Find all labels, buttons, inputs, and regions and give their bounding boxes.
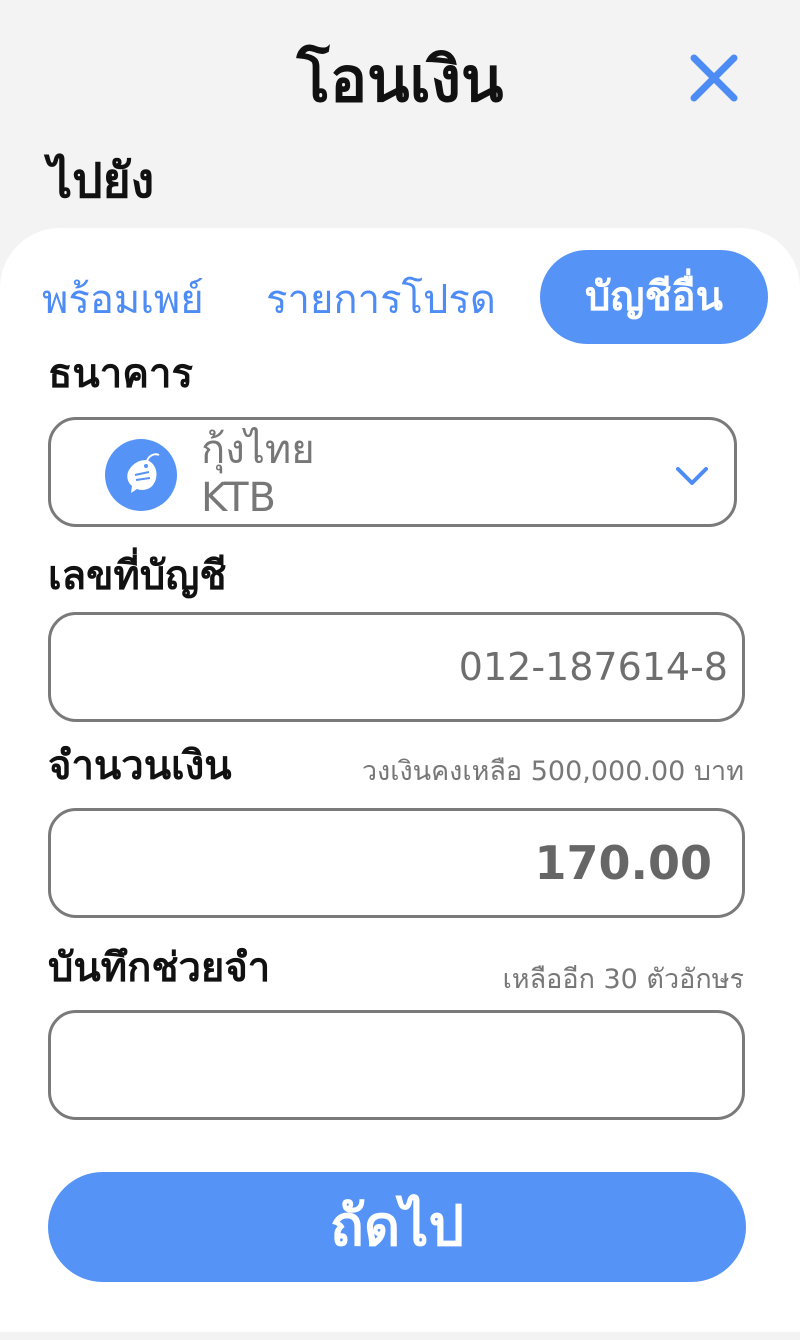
page-title: โอนเงิน — [296, 43, 504, 116]
close-button[interactable] — [682, 46, 746, 110]
memo-remaining-hint: เหลืออีก 30 ตัวอักษร — [502, 964, 744, 995]
next-button[interactable]: ถัดไป — [48, 1172, 746, 1282]
amount-label: จำนวนเงิน — [48, 743, 232, 789]
balance-hint: วงเงินคงเหลือ 500,000.00 บาท — [361, 756, 744, 787]
amount-input[interactable] — [71, 811, 712, 915]
bank-logo — [105, 439, 177, 511]
bank-code: KTB — [201, 475, 276, 521]
bank-select[interactable]: กุ้งไทย KTB — [48, 417, 737, 527]
tab-promptpay[interactable]: พร้อมเพย์ — [42, 270, 204, 330]
destination-heading: ไปยัง — [48, 153, 155, 209]
memo-field-box — [48, 1010, 745, 1120]
tab-favorites[interactable]: รายการโปรด — [266, 270, 496, 330]
account-number-input[interactable] — [71, 615, 728, 719]
shrimp-icon — [127, 453, 160, 493]
close-icon — [690, 54, 738, 102]
memo-label: บันทึกช่วยจำ — [48, 945, 271, 991]
header: โอนเงิน ไปยัง — [0, 0, 800, 230]
account-number-field-box — [48, 612, 745, 722]
chevron-down-icon — [672, 456, 712, 496]
tab-other-account[interactable]: บัญชีอื่น — [540, 250, 768, 344]
bank-label: ธนาคาร — [48, 351, 193, 397]
bank-name: กุ้งไทย — [201, 427, 315, 473]
account-number-label: เลขที่บัญชี — [48, 553, 227, 599]
amount-field-box — [48, 808, 745, 918]
memo-input[interactable] — [71, 1013, 728, 1117]
